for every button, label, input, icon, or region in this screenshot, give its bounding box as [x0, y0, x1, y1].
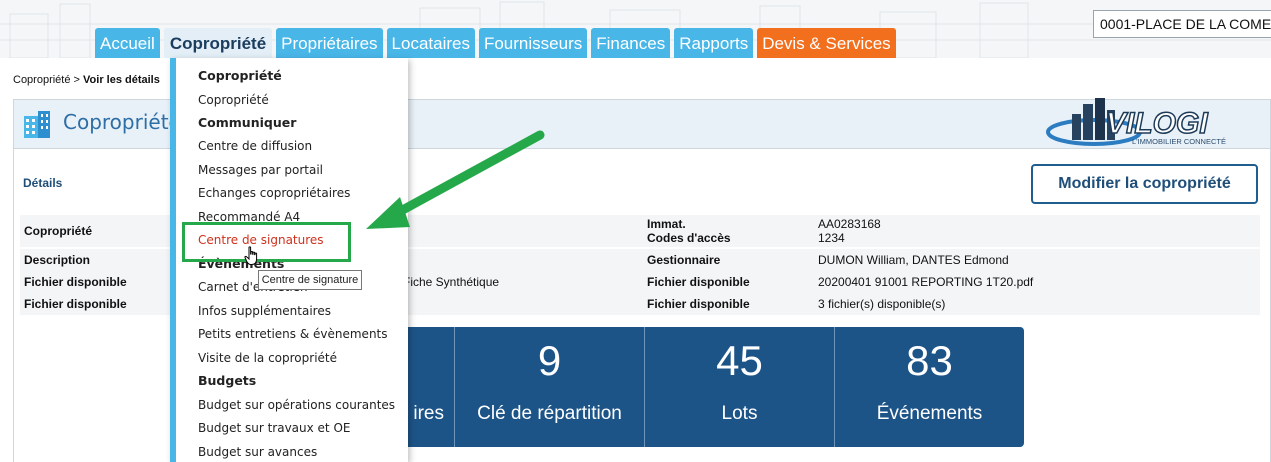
- nav-tab-finances[interactable]: Finances: [591, 28, 671, 58]
- info-label-copropriete: Copropriété: [24, 224, 93, 238]
- menu-header-budgets: Budgets: [198, 373, 257, 388]
- nav-tab-locataires[interactable]: Locataires: [386, 28, 475, 58]
- info-label-fichier: Fichier disponible: [647, 275, 750, 289]
- menu-item-budget-travaux-oe[interactable]: Budget sur travaux et OE: [198, 420, 350, 436]
- info-label-gestionnaire: Gestionnaire: [647, 253, 721, 267]
- logo-brand: VILOGI: [1106, 107, 1208, 140]
- menu-item-visite-copropriete[interactable]: Visite de la copropriété: [198, 350, 337, 366]
- info-label-fichier: Fichier disponible: [647, 297, 750, 311]
- menu-item-budget-avances[interactable]: Budget sur avances: [198, 444, 317, 460]
- details-label: Détails: [23, 176, 63, 190]
- info-label-fichier: Fichier disponible: [24, 275, 127, 289]
- modify-copropriete-button[interactable]: Modifier la copropriété: [1031, 164, 1258, 204]
- menu-item-budget-operations-courantes[interactable]: Budget sur opérations courantes: [198, 397, 395, 413]
- breadcrumb: Copropriété > Voir les détails: [13, 74, 160, 86]
- info-label-description: Description: [24, 253, 91, 267]
- info-label-fichier: Fichier disponible: [24, 297, 127, 311]
- annotation-highlight-box: [182, 222, 351, 262]
- info-value-gestionnaire: DUMON William, DANTES Edmond: [818, 253, 1009, 267]
- arrow-annotation-icon: [366, 130, 545, 229]
- nav-tab-rapports[interactable]: Rapports: [674, 28, 754, 58]
- info-value-immat: AA0283168: [818, 217, 881, 231]
- tooltip: Centre de signature: [258, 270, 362, 290]
- menu-item-echanges-coproprietaires[interactable]: Echanges copropriétaires: [198, 185, 350, 201]
- page-title: Copropriété: [63, 110, 181, 134]
- menu-header-communiquer: Communiquer: [198, 115, 297, 130]
- stat-value: 83: [906, 337, 953, 384]
- nav-tab-fournisseurs[interactable]: Fournisseurs: [478, 28, 588, 58]
- menu-item-petits-entretiens[interactable]: Petits entretiens & évènements: [198, 326, 388, 342]
- breadcrumb-current: Voir les détails: [83, 74, 160, 86]
- site-select[interactable]: 0001-PLACE DE LA COMEDIE: [1093, 10, 1271, 38]
- stat-label: Événements: [876, 403, 983, 424]
- logo-tagline: L'IMMOBILIER CONNECTÉ: [1132, 137, 1226, 146]
- stat-card-lots[interactable]: 45 Lots: [645, 327, 834, 447]
- menu-item-copropriete[interactable]: Copropriété: [198, 92, 269, 108]
- info-value-fichier-link[interactable]: 20200401 91001 REPORTING 1T20.pdf: [818, 275, 1033, 289]
- info-label-immat: Immat.: [647, 217, 686, 231]
- menu-header-copropriete: Copropriété: [198, 68, 282, 83]
- stat-label: Lots: [721, 403, 758, 424]
- menu-item-messages-portail[interactable]: Messages par portail: [198, 162, 323, 178]
- stat-value: 9: [537, 337, 562, 384]
- info-value-fichier-count[interactable]: 3 fichier(s) disponible(s): [818, 297, 945, 311]
- stat-value: 45: [716, 337, 763, 384]
- menu-item-centre-diffusion[interactable]: Centre de diffusion: [198, 138, 312, 154]
- building-icon: [24, 111, 50, 138]
- nav-tab-copropriete[interactable]: Copropriété: [163, 28, 273, 58]
- menu-item-infos-supplementaires[interactable]: Infos supplémentaires: [198, 303, 331, 319]
- info-value-codes-acces: 1234: [818, 231, 845, 245]
- hand-pointer-icon: [244, 246, 258, 265]
- nav-tab-accueil[interactable]: Accueil: [95, 28, 160, 58]
- nav-tab-proprietaires[interactable]: Propriétaires: [276, 28, 383, 58]
- stat-label: Clé de répartition: [477, 403, 622, 424]
- breadcrumb-separator: >: [70, 74, 84, 86]
- nav-tab-devis-services[interactable]: Devis & Services: [757, 28, 896, 58]
- top-banner: Accueil Copropriété Propriétaires Locata…: [0, 0, 1271, 58]
- stat-card-evenements[interactable]: 83 Événements: [835, 327, 1024, 447]
- vilogi-logo: VILOGI L'IMMOBILIER CONNECTÉ: [1046, 98, 1226, 146]
- main-navigation: Accueil Copropriété Propriétaires Locata…: [95, 28, 900, 58]
- info-value-fichier-link[interactable]: Fiche Synthétique: [403, 275, 499, 289]
- breadcrumb-root[interactable]: Copropriété: [13, 74, 70, 86]
- stat-card-cle-repartition[interactable]: 9 Clé de répartition: [455, 327, 644, 447]
- info-label-codes-acces: Codes d'accès: [647, 231, 731, 245]
